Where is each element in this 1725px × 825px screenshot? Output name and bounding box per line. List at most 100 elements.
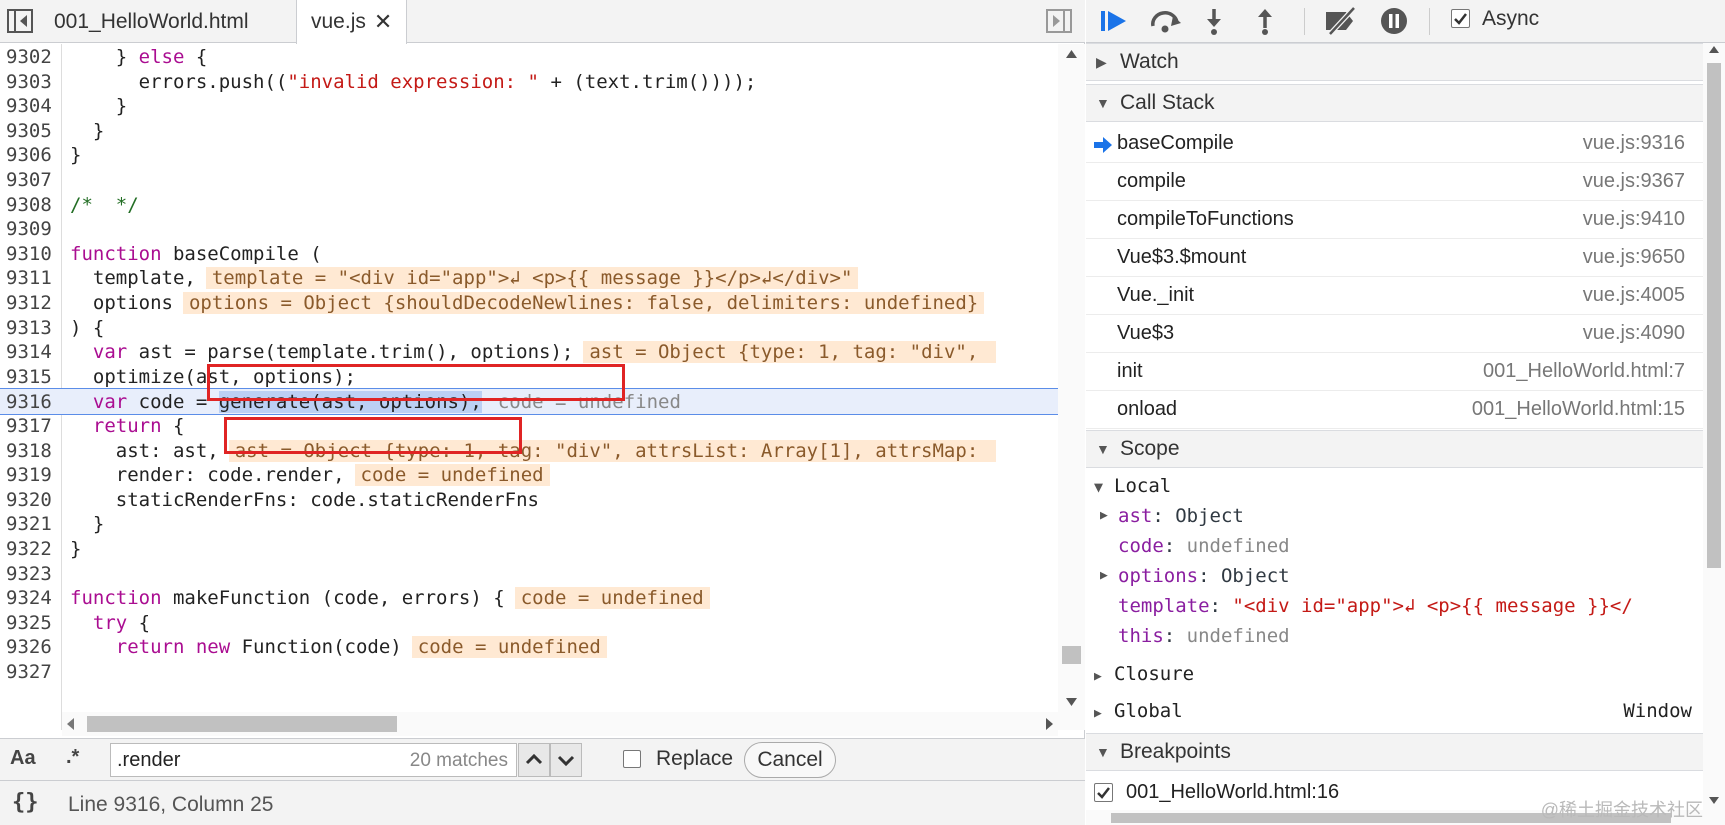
code-line[interactable]: 9311 template, template = "<div id="app">… (0, 265, 1058, 292)
code-editor[interactable]: 9302 } else {9303 errors.push(("invalid … (0, 44, 1058, 730)
regex-toggle[interactable]: .* (66, 746, 79, 769)
line-number[interactable]: 9307 (6, 167, 58, 194)
callstack-frame[interactable]: Vue._init vue.js:4005 (1086, 277, 1703, 315)
code-line[interactable]: 9321 } (0, 511, 1058, 538)
code-line[interactable]: 9323 (0, 561, 1058, 588)
line-number[interactable]: 9305 (6, 118, 58, 145)
code-line[interactable]: 9312 options options = Object {shouldDeco… (0, 290, 1058, 317)
line-number[interactable]: 9308 (6, 192, 58, 219)
code-line[interactable]: 9307 (0, 167, 1058, 194)
line-number[interactable]: 9314 (6, 339, 58, 366)
frame-location[interactable]: vue.js:9316 (1583, 132, 1685, 155)
breakpoints-section-header[interactable]: ▼ Breakpoints (1086, 733, 1703, 771)
pause-on-exceptions-button[interactable] (1378, 6, 1410, 36)
replace-checkbox[interactable] (623, 750, 641, 768)
breakpoint-checkbox[interactable] (1094, 783, 1113, 802)
line-number[interactable]: 9304 (6, 93, 58, 120)
step-into-button[interactable] (1198, 6, 1230, 36)
editor-vertical-scrollbar[interactable] (1058, 44, 1085, 730)
line-number[interactable]: 9313 (6, 315, 58, 342)
line-number[interactable]: 9322 (6, 536, 58, 563)
line-number[interactable]: 9325 (6, 610, 58, 637)
async-checkbox[interactable] (1451, 9, 1470, 28)
toggle-navigator-icon[interactable] (6, 8, 34, 34)
scope-variable[interactable]: template: "<div id="app">↲ <p>{{ message… (1118, 591, 1633, 621)
close-icon[interactable]: ✕ (374, 9, 392, 35)
line-number[interactable]: 9309 (6, 216, 58, 243)
callstack-frame[interactable]: Vue$3.$mount vue.js:9650 (1086, 239, 1703, 277)
tab-vuejs[interactable]: vue.js ✕ (296, 0, 408, 44)
expand-triangle-icon[interactable]: ▶ (1100, 561, 1108, 591)
line-number[interactable]: 9318 (6, 438, 58, 465)
code-line[interactable]: 9313) { (0, 315, 1058, 342)
frame-location[interactable]: vue.js:9650 (1583, 246, 1685, 269)
code-line[interactable]: 9305 } (0, 118, 1058, 145)
callstack-frame[interactable]: compile vue.js:9367 (1086, 163, 1703, 201)
watch-section-header[interactable]: ▶ Watch (1086, 43, 1703, 81)
callstack-section-header[interactable]: ▼ Call Stack (1086, 84, 1703, 122)
debugger-scrollbar[interactable] (1703, 43, 1725, 825)
scope-variable[interactable]: ▶ options: Object (1100, 561, 1290, 591)
callstack-frame[interactable]: init 001_HelloWorld.html:7 (1086, 353, 1703, 391)
frame-location[interactable]: vue.js:9367 (1583, 170, 1685, 193)
resume-button[interactable] (1098, 6, 1130, 36)
next-match-button[interactable] (550, 743, 582, 777)
code-line[interactable]: 9302 } else { (0, 44, 1058, 71)
callstack-frame[interactable]: onload 001_HelloWorld.html:15 (1086, 391, 1703, 429)
code-line[interactable]: 9303 errors.push(("invalid expression: "… (0, 69, 1058, 96)
pretty-print-button[interactable]: {} (12, 790, 39, 815)
scope-variable[interactable]: ▶ ast: Object (1100, 501, 1244, 531)
callstack-frame[interactable]: baseCompile vue.js:9316 (1086, 125, 1703, 163)
code-line[interactable]: 9327 (0, 659, 1058, 686)
cancel-button[interactable]: Cancel (744, 742, 836, 778)
editor-horizontal-scrollbar[interactable] (62, 712, 1058, 736)
scope-variable[interactable]: code: undefined (1118, 531, 1290, 561)
line-number[interactable]: 9306 (6, 142, 58, 169)
code-line[interactable]: 9324 function makeFunction (code, errors)… (0, 585, 1058, 612)
line-number[interactable]: 9321 (6, 511, 58, 538)
line-number[interactable]: 9302 (6, 44, 58, 71)
frame-location[interactable]: vue.js:4005 (1583, 284, 1685, 307)
scope-variable[interactable]: this: undefined (1118, 621, 1290, 651)
code-line[interactable]: 9309 (0, 216, 1058, 243)
scope-local-header[interactable]: ▼ Local (1094, 471, 1171, 501)
line-number[interactable]: 9324 (6, 585, 58, 612)
line-number[interactable]: 9315 (6, 364, 58, 391)
code-line[interactable]: 9319 render: code.render, code = undefine… (0, 462, 1058, 489)
code-line[interactable]: 9320 staticRenderFns: code.staticRenderF… (0, 487, 1058, 514)
step-over-button[interactable] (1148, 6, 1181, 36)
scope-closure-header[interactable]: ▶ Closure (1094, 659, 1194, 689)
frame-location[interactable]: vue.js:4090 (1583, 322, 1685, 345)
code-line[interactable]: 9306} (0, 142, 1058, 169)
frame-location[interactable]: 001_HelloWorld.html:15 (1472, 398, 1685, 421)
code-line[interactable]: 9317 return { (0, 413, 1058, 440)
code-line[interactable]: 9326 return new Function(code) code = und… (0, 634, 1058, 661)
code-line[interactable]: 9304 } (0, 93, 1058, 120)
line-number[interactable]: 9303 (6, 69, 58, 96)
scope-global-header[interactable]: ▶ Global Window (1094, 696, 1692, 726)
code-line[interactable]: 9310 function baseCompile ( (0, 241, 1058, 268)
code-line[interactable]: 9325 try { (0, 610, 1058, 637)
expand-triangle-icon[interactable]: ▶ (1100, 501, 1108, 531)
line-number[interactable]: 9320 (6, 487, 58, 514)
callstack-frame[interactable]: Vue$3 vue.js:4090 (1086, 315, 1703, 353)
line-number[interactable]: 9323 (6, 561, 58, 588)
frame-location[interactable]: vue.js:9410 (1583, 208, 1685, 231)
deactivate-breakpoints-button[interactable] (1322, 6, 1356, 36)
frame-location[interactable]: 001_HelloWorld.html:7 (1483, 360, 1685, 383)
callstack-frame[interactable]: compileToFunctions vue.js:9410 (1086, 201, 1703, 239)
search-input[interactable]: .render 20 matches (110, 743, 517, 777)
code-line[interactable]: 9308 /* */ (0, 192, 1058, 219)
line-number[interactable]: 9319 (6, 462, 58, 489)
line-number[interactable]: 9327 (6, 659, 58, 686)
line-number[interactable]: 9317 (6, 413, 58, 440)
toggle-debugger-icon[interactable] (1045, 8, 1073, 34)
step-out-button[interactable] (1249, 6, 1281, 36)
prev-match-button[interactable] (518, 743, 550, 777)
tab-helloworld[interactable]: 001_HelloWorld.html (40, 0, 263, 43)
code-line[interactable]: 9318 ast: ast, ast = Object {type: 1, tag… (0, 438, 1058, 465)
scope-section-header[interactable]: ▼ Scope (1086, 430, 1703, 468)
line-number[interactable]: 9311 (6, 265, 58, 292)
line-number[interactable]: 9326 (6, 634, 58, 661)
line-number[interactable]: 9310 (6, 241, 58, 268)
